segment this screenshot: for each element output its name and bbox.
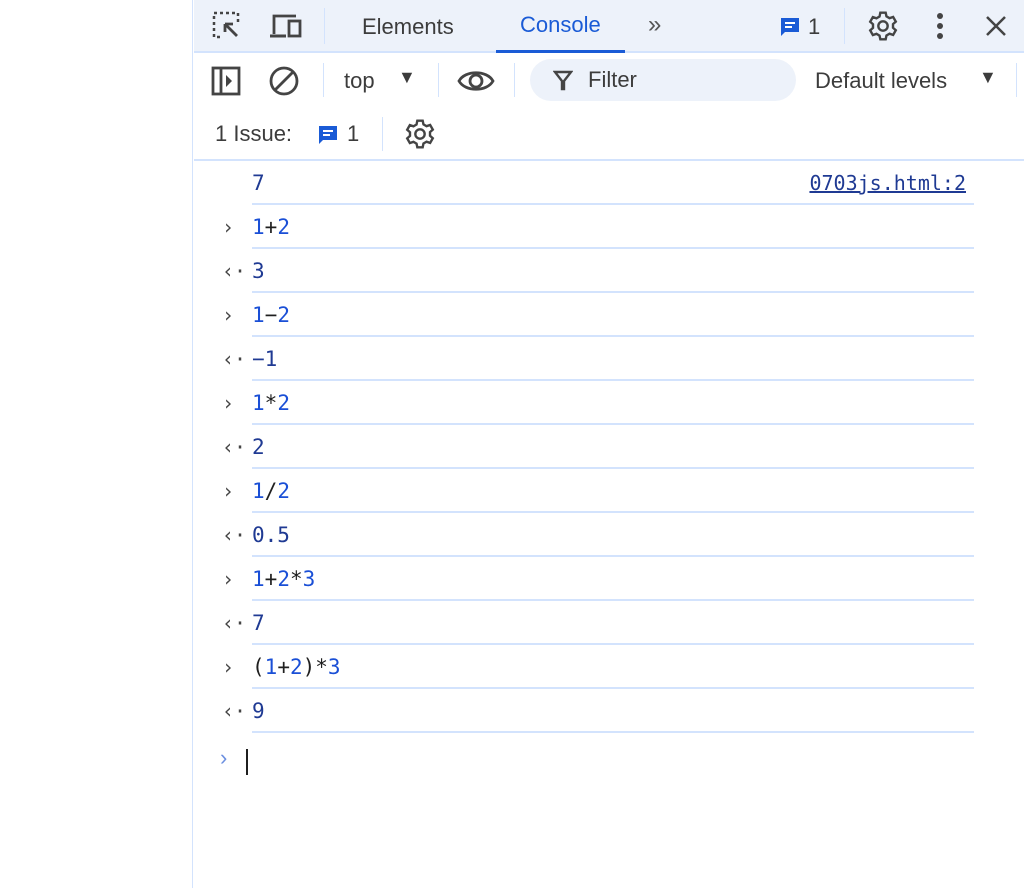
code-token: 1 <box>264 655 278 679</box>
live-expression-eye-icon[interactable] <box>456 65 496 97</box>
code-token: 1 <box>252 479 265 503</box>
code-token: 2 <box>277 303 290 327</box>
entry-text: 9 <box>252 699 265 723</box>
entry-text: 1*2 <box>252 391 290 415</box>
issue-count[interactable]: 1 <box>347 121 359 147</box>
context-selector[interactable]: top <box>344 68 375 94</box>
entry-text: 7 <box>252 611 265 635</box>
result-arrow-icon: ‹· <box>222 699 247 723</box>
issues-label[interactable]: 1 Issue: <box>215 121 292 147</box>
entry-text: 3 <box>252 259 265 283</box>
code-token: )* <box>302 655 328 679</box>
code-token: / <box>264 479 278 503</box>
issues-bar: 1 Issue: 1 <box>194 109 1024 161</box>
entry-text: −1 <box>252 347 278 371</box>
entry-text: 1/2 <box>252 479 290 503</box>
issues-count[interactable]: 1 <box>808 14 820 40</box>
log-levels-dropdown[interactable]: Default levels <box>815 68 947 94</box>
console-input-entry: › 1−2 <box>222 293 974 337</box>
console-log-message: 7 0703js.html:2 <box>252 161 974 205</box>
code-token: 2 <box>277 567 290 591</box>
code-token: − <box>264 303 278 327</box>
result-arrow-icon: ‹· <box>222 611 247 635</box>
entry-text: 1+2 <box>252 215 290 239</box>
entry-text: 0.5 <box>252 523 290 547</box>
code-token: 3 <box>302 567 316 591</box>
code-token: 2 <box>289 655 303 679</box>
code-token: 2 <box>277 391 290 415</box>
levels-dropdown-icon[interactable]: ▼ <box>979 67 997 88</box>
filter-funnel-icon <box>552 68 574 92</box>
input-chevron-icon: › <box>222 215 235 239</box>
console-result-entry: ‹· 2 <box>222 425 974 469</box>
input-chevron-icon: › <box>222 303 235 327</box>
devtools-panel: Elements Console » 1 top ▼ Filter Defaul… <box>194 0 1024 888</box>
code-token: + <box>264 215 278 239</box>
tab-elements[interactable]: Elements <box>362 0 454 53</box>
code-token: 1 <box>252 567 265 591</box>
code-token: + <box>264 567 278 591</box>
console-result-entry: ‹· 7 <box>222 601 974 645</box>
input-chevron-icon: › <box>222 655 235 679</box>
code-token: 3 <box>327 655 341 679</box>
result-arrow-icon: ‹· <box>222 259 247 283</box>
code-token: 1 <box>252 215 265 239</box>
context-dropdown-icon[interactable]: ▼ <box>398 67 416 88</box>
log-text: 7 <box>252 171 265 195</box>
console-input-entry: › 1+2 <box>222 205 974 249</box>
tab-console[interactable]: Console <box>496 0 625 53</box>
code-token: 1 <box>252 391 265 415</box>
input-chevron-icon: › <box>222 391 235 415</box>
result-arrow-icon: ‹· <box>222 523 247 547</box>
console-toolbar: top ▼ Filter Default levels ▼ <box>194 53 1024 109</box>
console-input-entry: › 1+2*3 <box>222 557 974 601</box>
entry-text: 2 <box>252 435 265 459</box>
settings-gear-icon[interactable] <box>866 9 900 43</box>
code-token: 1 <box>252 303 265 327</box>
entry-text: (1+2)*3 <box>252 655 341 679</box>
more-tabs-icon[interactable]: » <box>648 11 661 39</box>
code-token: 2 <box>277 215 290 239</box>
filter-input[interactable]: Filter <box>530 59 796 101</box>
result-arrow-icon: ‹· <box>222 347 247 371</box>
code-token: ( <box>252 655 265 679</box>
entry-text: 1+2*3 <box>252 567 315 591</box>
code-token: 2 <box>277 479 290 503</box>
console-result-entry: ‹· −1 <box>222 337 974 381</box>
clear-console-icon[interactable] <box>268 65 300 97</box>
issues-message-icon[interactable] <box>778 15 802 39</box>
source-link[interactable]: 0703js.html:2 <box>809 171 966 195</box>
devtools-tabbar: Elements Console » 1 <box>194 0 1024 53</box>
close-icon[interactable] <box>982 12 1010 40</box>
code-token: * <box>289 567 303 591</box>
input-chevron-icon: › <box>222 479 235 503</box>
prompt-chevron-icon: › <box>220 745 228 770</box>
sidebar-toggle-icon[interactable] <box>210 65 242 97</box>
issue-message-icon[interactable] <box>316 123 340 147</box>
entry-text: 1−2 <box>252 303 290 327</box>
inspect-element-icon[interactable] <box>210 10 244 42</box>
console-result-entry: ‹· 9 <box>222 689 974 733</box>
more-options-icon[interactable] <box>930 10 950 42</box>
console-result-entry: ‹· 3 <box>222 249 974 293</box>
console-result-entry: ‹· 0.5 <box>222 513 974 557</box>
code-token: * <box>264 391 278 415</box>
code-token: + <box>277 655 290 679</box>
result-arrow-icon: ‹· <box>222 435 247 459</box>
page-viewport <box>0 0 193 888</box>
console-input-entry: › 1/2 <box>222 469 974 513</box>
console-prompt-input[interactable] <box>246 749 248 775</box>
filter-placeholder: Filter <box>588 67 637 92</box>
console-input-entry: › (1+2)*3 <box>222 645 974 689</box>
console-input-entry: › 1*2 <box>222 381 974 425</box>
console-settings-gear-icon[interactable] <box>403 117 437 151</box>
input-chevron-icon: › <box>222 567 235 591</box>
device-toolbar-icon[interactable] <box>268 10 304 42</box>
